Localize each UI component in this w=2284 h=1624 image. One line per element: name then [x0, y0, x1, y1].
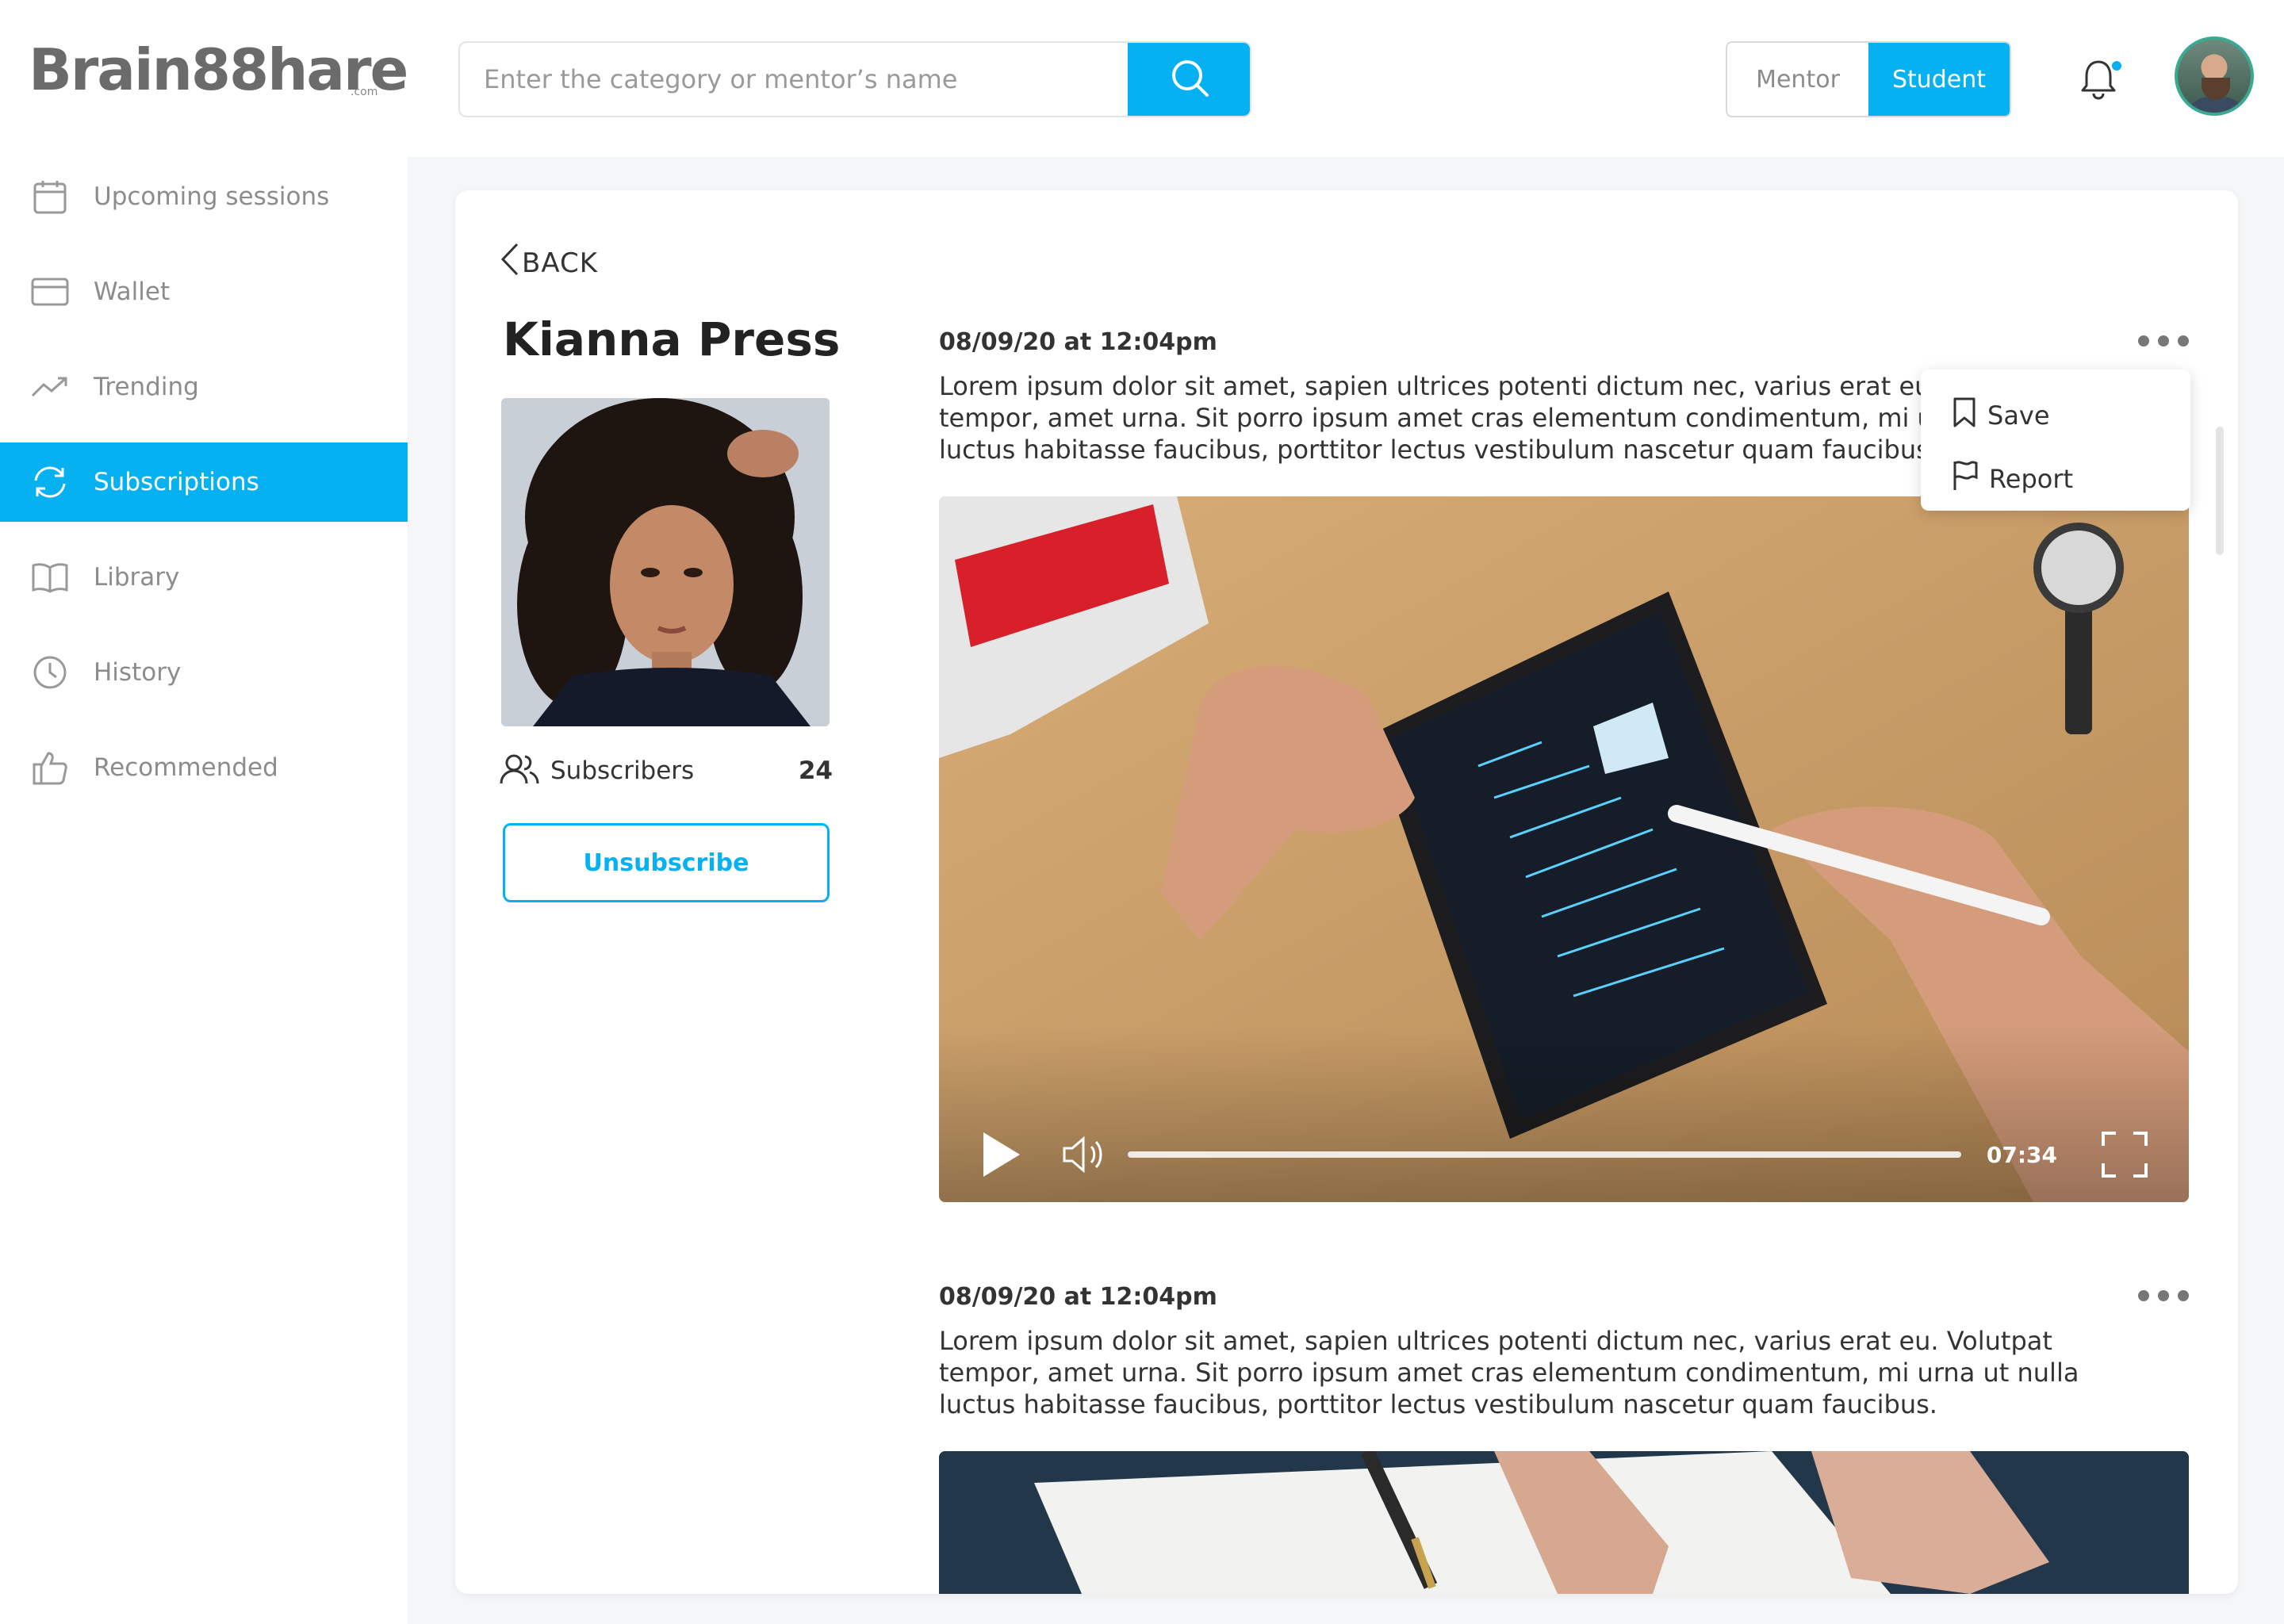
post-context-menu: Save Report: [1921, 370, 2190, 511]
wallet-icon: [30, 272, 70, 312]
users-icon: [500, 753, 539, 788]
post-date: 08/09/20 at 12:04pm: [939, 328, 1217, 356]
mentor-name: Kianna Press: [503, 312, 841, 366]
sidebar-item-recommended[interactable]: Recommended: [0, 728, 408, 807]
scrollbar[interactable]: [2216, 427, 2224, 555]
student-toggle-option[interactable]: Student: [1868, 43, 2010, 116]
sidebar-item-upcoming-sessions[interactable]: Upcoming sessions: [0, 157, 408, 236]
logo-suffix: .com: [351, 86, 378, 98]
user-avatar[interactable]: [2175, 36, 2254, 116]
dot-icon: [2158, 335, 2169, 347]
back-button[interactable]: BACK: [500, 243, 598, 283]
top-header: Mentor Student: [408, 0, 2284, 157]
notification-badge: [2110, 59, 2124, 73]
sidebar-item-label: Trending: [94, 373, 199, 401]
sidebar-item-wallet[interactable]: Wallet: [0, 252, 408, 331]
unsubscribe-button[interactable]: Unsubscribe: [503, 823, 830, 902]
fullscreen-icon[interactable]: [2102, 1132, 2148, 1178]
video-player[interactable]: [939, 1451, 2189, 1594]
subscribers-count: 24: [798, 756, 833, 785]
sidebar-item-trending[interactable]: Trending: [0, 347, 408, 427]
role-toggle: Mentor Student: [1726, 41, 2011, 117]
trending-icon: [30, 367, 70, 407]
more-options-button[interactable]: [2138, 331, 2189, 350]
dot-icon: [2178, 335, 2189, 347]
volume-icon[interactable]: [1061, 1135, 1106, 1174]
sidebar-item-label: History: [94, 658, 182, 687]
post: 08/09/20 at 12:04pm Lorem ipsum dolor si…: [939, 1283, 2189, 1420]
mentor-toggle-option[interactable]: Mentor: [1727, 43, 1868, 116]
flag-icon: [1953, 460, 1978, 498]
sidebar-item-label: Library: [94, 563, 180, 592]
more-options-button[interactable]: [2138, 1286, 2189, 1305]
book-icon: [30, 557, 70, 597]
chevron-left-icon: [500, 243, 519, 283]
search-icon: [1169, 57, 1210, 102]
post-date: 08/09/20 at 12:04pm: [939, 1283, 1217, 1311]
video-controls: 07:34: [939, 1107, 2189, 1202]
post-text: Lorem ipsum dolor sit amet, sapien ultri…: [939, 1326, 2079, 1419]
sidebar-item-library[interactable]: Library: [0, 538, 408, 617]
dot-icon: [2138, 335, 2149, 347]
back-label: BACK: [522, 247, 599, 279]
search-bar: [458, 41, 1251, 117]
search-button[interactable]: [1128, 43, 1250, 116]
video-time: 07:34: [1986, 1141, 2057, 1168]
sidebar-item-label: Wallet: [94, 278, 171, 306]
mentor-photo: [501, 398, 830, 726]
subscribers-label: Subscribers: [550, 756, 695, 785]
search-input[interactable]: [460, 43, 1128, 116]
sidebar-item-label: Recommended: [94, 753, 278, 782]
report-menu-item[interactable]: Report: [1941, 455, 2190, 503]
sidebar-item-label: Upcoming sessions: [94, 182, 330, 211]
video-thumbnail: [939, 1451, 2189, 1594]
bell-icon: [2079, 60, 2117, 105]
video-player[interactable]: 07:34: [939, 496, 2189, 1202]
notifications-button[interactable]: [2079, 57, 2127, 105]
subscription-detail-card: BACK Kianna Press Subscribers 24 Unsubsc…: [455, 190, 2238, 1594]
sidebar-item-label: Subscriptions: [94, 468, 259, 496]
play-icon[interactable]: [980, 1131, 1023, 1178]
report-label: Report: [1989, 464, 2074, 494]
thumbs-up-icon: [30, 748, 70, 787]
subscribers-row: Subscribers 24: [500, 753, 833, 788]
save-menu-item[interactable]: Save: [1941, 392, 2190, 439]
dot-icon: [2178, 1290, 2189, 1301]
calendar-icon: [30, 177, 70, 216]
sidebar: Brain88hare .com Upcoming sessions Walle…: [0, 0, 408, 1624]
video-thumbnail: [939, 496, 2189, 1202]
bookmark-icon: [1953, 396, 1976, 435]
sidebar-item-subscriptions[interactable]: Subscriptions: [0, 442, 408, 522]
refresh-icon: [30, 462, 70, 502]
video-progress-bar[interactable]: [1128, 1151, 1961, 1158]
brand-logo[interactable]: Brain88hare .com: [29, 35, 408, 114]
save-label: Save: [1987, 400, 2050, 431]
dot-icon: [2138, 1290, 2149, 1301]
sidebar-item-history[interactable]: History: [0, 633, 408, 712]
sidebar-nav: Upcoming sessions Wallet Trending Subscr…: [0, 157, 408, 823]
clock-icon: [30, 653, 70, 692]
dot-icon: [2158, 1290, 2169, 1301]
